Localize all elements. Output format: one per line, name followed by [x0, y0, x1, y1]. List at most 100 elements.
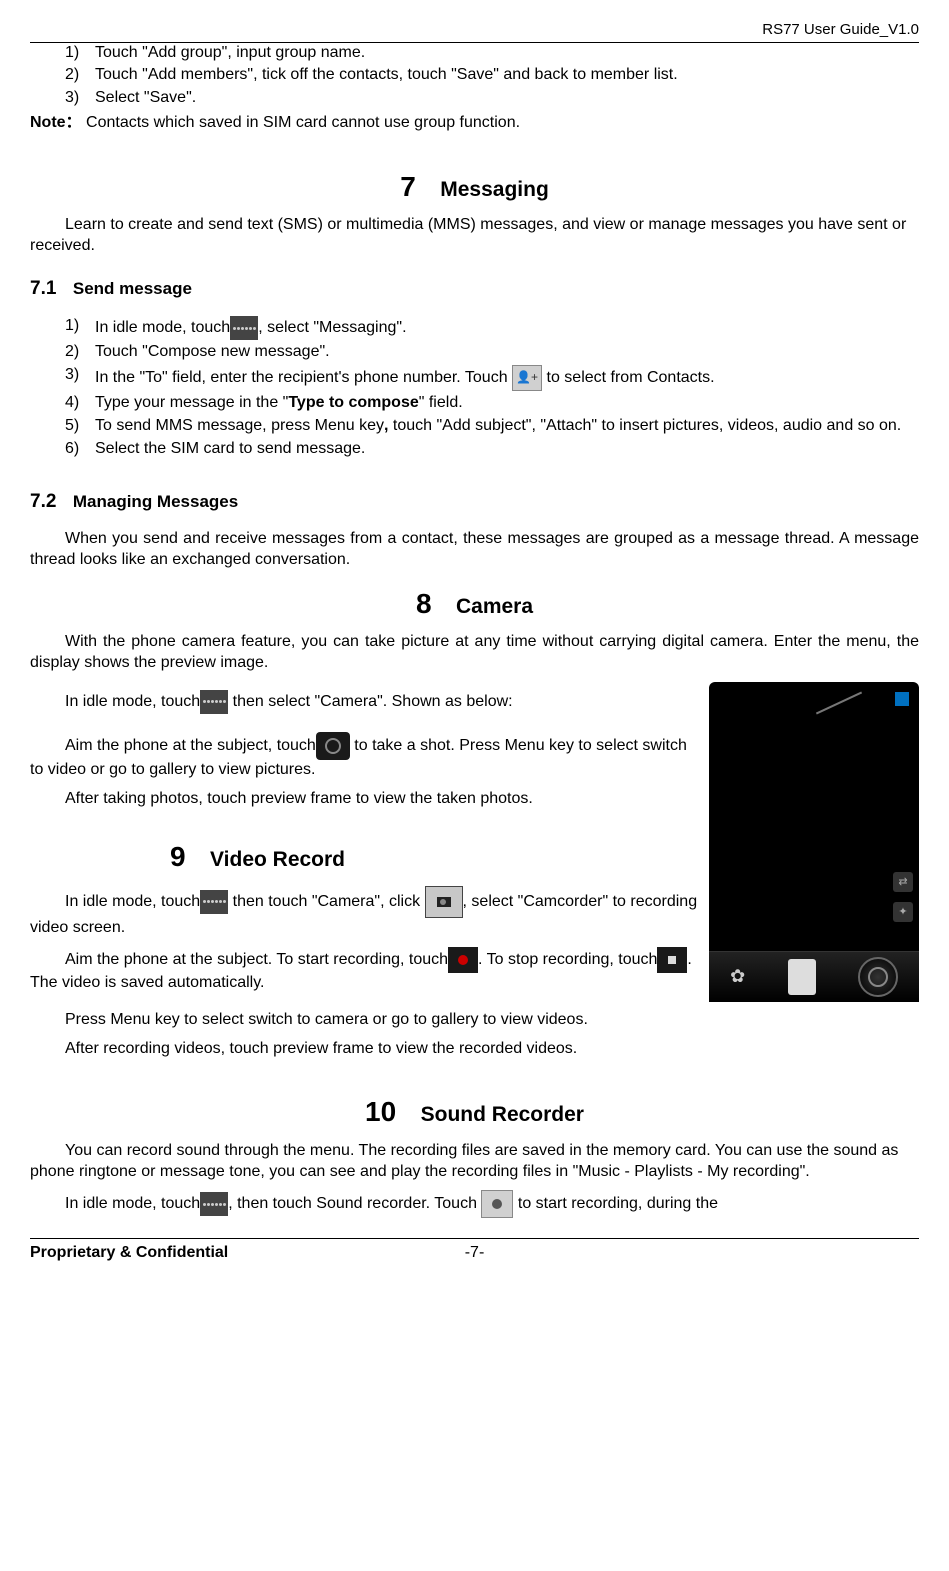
settings-icon: ✿: [730, 965, 745, 988]
section-name: Video Record: [210, 848, 345, 871]
subsection-name: Send message: [73, 279, 192, 298]
text-fragment: To send MMS message, press Menu key: [95, 417, 384, 434]
section-7-title: 7 Messaging: [30, 169, 919, 205]
text-fragment: In idle mode, touch: [95, 320, 230, 337]
footer-page-number: -7-: [465, 1243, 485, 1264]
item-number: 1): [65, 316, 95, 340]
intro-steps-list: 1) Touch "Add group", input group name. …: [65, 43, 919, 109]
subsection-7-1: 7.1 Send message: [30, 277, 919, 302]
footer-left: Proprietary & Confidential: [30, 1243, 228, 1264]
text-fragment: touch "Add subject", "Attach" to insert …: [393, 417, 901, 434]
subsection-7-2: 7.2 Managing Messages: [30, 490, 919, 515]
text-fragment: to start recording, during the: [518, 1196, 718, 1213]
page-header: RS77 User Guide_V1.0: [30, 20, 919, 43]
list-item: 1) In idle mode, touch , select "Messagin…: [65, 316, 919, 340]
item-number: 2): [65, 342, 95, 363]
item-text: Touch "Add group", input group name.: [95, 43, 919, 64]
item-text: Touch "Add members", tick off the contac…: [95, 65, 919, 86]
subsection-7-2-text: When you send and receive messages from …: [30, 529, 919, 571]
section-10-p1: You can record sound through the menu. T…: [30, 1141, 919, 1183]
text-fragment: In the "To" field, enter the recipient's…: [95, 369, 512, 386]
bold-comma: ,: [384, 417, 393, 434]
list-item: 5) To send MMS message, press Menu key, …: [65, 416, 919, 437]
apps-grid-icon: [200, 890, 228, 914]
list-item: 4) Type your message in the "Type to com…: [65, 393, 919, 414]
phone-bottom-bar: ✿: [709, 951, 919, 1002]
gallery-thumbnail: [788, 959, 816, 995]
section-number: 10: [365, 1096, 396, 1127]
phone-side-button: ✦: [893, 902, 913, 922]
text-fragment: In idle mode, touch: [65, 1196, 200, 1213]
item-number: 3): [65, 88, 95, 109]
text-fragment: Aim the phone at the subject. To start r…: [65, 951, 448, 968]
record-start-icon: [448, 947, 478, 973]
list-item: 3) Select "Save".: [65, 88, 919, 109]
section-10-p2: In idle mode, touch , then touch Sound re…: [30, 1190, 919, 1218]
shutter-button-icon: [858, 957, 898, 997]
item-number: 2): [65, 65, 95, 86]
text-fragment: " field.: [419, 394, 463, 411]
list-item: 6) Select the SIM card to send message.: [65, 439, 919, 460]
section-8-p1: With the phone camera feature, you can t…: [30, 632, 919, 674]
apps-grid-icon: [200, 1192, 228, 1216]
page-footer: Proprietary & Confidential -7-: [30, 1238, 919, 1264]
section-9-p3: Press Menu key to select switch to camer…: [30, 1010, 919, 1031]
note-line: Note： Contacts which saved in SIM card c…: [30, 113, 919, 134]
text-fragment: then touch "Camera", click: [228, 893, 424, 910]
item-text: Select "Save".: [95, 88, 919, 109]
sound-record-icon: [481, 1190, 513, 1218]
item-text: Type your message in the "Type to compos…: [95, 393, 919, 414]
phone-screenshot: ⇄ ✦ ✿: [709, 682, 919, 1002]
section-number: 9: [170, 841, 186, 872]
text-fragment: In idle mode, touch: [65, 893, 200, 910]
phone-preview-deco: [816, 691, 862, 714]
text-fragment: In idle mode, touch: [65, 693, 200, 710]
section-9-p4: After recording videos, touch preview fr…: [30, 1039, 919, 1060]
item-number: 3): [65, 365, 95, 391]
record-stop-icon: [657, 947, 687, 973]
item-text: In the "To" field, enter the recipient's…: [95, 365, 919, 391]
subsection-number: 7.1: [30, 278, 56, 299]
list-item: 2) Touch "Compose new message".: [65, 342, 919, 363]
camera-video-wrap: ⇄ ✦ ✿ In idle mode, touch then select "C…: [30, 682, 919, 1002]
text-fragment: then select "Camera". Shown as below:: [228, 693, 512, 710]
section-number: 8: [416, 588, 432, 619]
phone-side-button: ⇄: [893, 872, 913, 892]
text-fragment: . To stop recording, touch: [478, 951, 657, 968]
subsection-name: Managing Messages: [73, 492, 238, 511]
note-text: Contacts which saved in SIM card cannot …: [86, 114, 520, 131]
section-name: Camera: [456, 595, 533, 618]
text-fragment: to select from Contacts.: [547, 369, 715, 386]
send-message-steps: 1) In idle mode, touch , select "Messagin…: [65, 316, 919, 459]
section-7-intro: Learn to create and send text (SMS) or m…: [30, 215, 919, 257]
contact-add-icon: 👤+: [512, 365, 542, 391]
section-name: Sound Recorder: [421, 1103, 584, 1126]
text-fragment: , then touch Sound recorder. Touch: [228, 1196, 481, 1213]
section-number: 7: [400, 171, 416, 202]
section-8-title: 8 Camera: [30, 586, 919, 622]
item-number: 5): [65, 416, 95, 437]
phone-status-icon: [895, 692, 909, 706]
apps-grid-icon: [200, 690, 228, 714]
list-item: 2) Touch "Add members", tick off the con…: [65, 65, 919, 86]
note-label: Note：: [30, 114, 82, 131]
item-number: 1): [65, 43, 95, 64]
section-10-title: 10 Sound Recorder: [30, 1094, 919, 1130]
item-text: To send MMS message, press Menu key, tou…: [95, 416, 919, 437]
item-text: Touch "Compose new message".: [95, 342, 919, 363]
subsection-number: 7.2: [30, 491, 56, 512]
item-number: 6): [65, 439, 95, 460]
bold-text: Type to compose: [288, 394, 418, 411]
section-name: Messaging: [440, 178, 549, 201]
text-fragment: , select "Messaging".: [258, 320, 406, 337]
item-text: Select the SIM card to send message.: [95, 439, 919, 460]
text-fragment: Aim the phone at the subject, touch: [65, 737, 316, 754]
apps-grid-icon: [230, 316, 258, 340]
camera-switch-icon: [425, 886, 463, 918]
list-item: 3) In the "To" field, enter the recipien…: [65, 365, 919, 391]
list-item: 1) Touch "Add group", input group name.: [65, 43, 919, 64]
text-fragment: Type your message in the ": [95, 394, 288, 411]
item-text: In idle mode, touch , select "Messaging".: [95, 316, 919, 340]
item-number: 4): [65, 393, 95, 414]
camera-shutter-icon: [316, 732, 350, 760]
